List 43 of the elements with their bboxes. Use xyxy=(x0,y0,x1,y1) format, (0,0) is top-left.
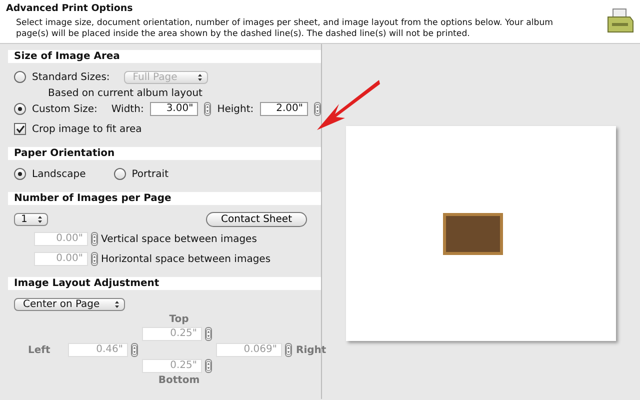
spacing-label: Vertical space between images xyxy=(101,234,257,244)
photo-placeholder xyxy=(443,212,503,254)
radio-button[interactable] xyxy=(114,168,126,180)
stepper-icon[interactable] xyxy=(204,102,212,116)
stepper-icon[interactable] xyxy=(314,102,321,116)
description-text: Select image size, document orientation, number of images per sheet, and image layout from the options below. Your album page(s) will be placed inside the area shown by the dashed line(s). The dashed line(s) will not be printed. xyxy=(16,18,554,40)
radio-button[interactable] xyxy=(14,71,26,83)
section-heading: Number of Images per Page xyxy=(8,192,321,205)
stepper-icon[interactable] xyxy=(205,359,212,373)
top-label: Top xyxy=(168,314,190,325)
left-label: Left xyxy=(28,344,52,356)
radio-label[interactable]: Portrait xyxy=(132,168,168,180)
updown-arrows-icon xyxy=(114,300,120,308)
printer-icon xyxy=(606,8,634,34)
dialog-title: Advanced Print Options xyxy=(6,3,133,14)
width-label: Width: xyxy=(111,104,144,114)
radio-label[interactable]: Standard Sizes: xyxy=(32,72,110,82)
radio-button[interactable] xyxy=(14,168,26,180)
checkbox[interactable] xyxy=(14,123,26,135)
height-field[interactable]: 2.00" xyxy=(260,102,308,116)
stepper-icon[interactable] xyxy=(285,343,292,357)
bottom-label: Bottom xyxy=(157,375,201,386)
section-heading: Image Layout Adjustment xyxy=(8,277,321,290)
section-heading: Paper Orientation xyxy=(8,147,321,160)
updown-arrows-icon xyxy=(196,72,203,82)
note-text: Based on current album layout xyxy=(48,88,202,98)
updown-arrows-icon xyxy=(37,214,43,224)
stepper-icon[interactable] xyxy=(205,327,212,341)
spacing-label: Horizontal space between images xyxy=(101,254,271,264)
stepper-icon[interactable] xyxy=(91,252,98,266)
stepper-icon[interactable] xyxy=(131,343,138,357)
section-heading: Size of Image Area xyxy=(8,50,321,63)
contact-sheet-button[interactable]: Contact Sheet xyxy=(206,212,307,226)
radio-label[interactable]: Custom Size: xyxy=(32,104,98,114)
checkbox-label[interactable]: Crop image to fit area xyxy=(32,124,142,134)
radio-label[interactable]: Landscape xyxy=(32,168,86,180)
count-dropdown[interactable]: 1 xyxy=(14,212,48,226)
layout-dropdown[interactable]: Center on Page xyxy=(14,298,125,310)
right-label: Right xyxy=(296,344,326,356)
radio-button[interactable] xyxy=(14,103,26,115)
height-label: Height: xyxy=(217,104,254,114)
width-field[interactable]: 3.00" xyxy=(150,102,198,116)
stepper-icon[interactable] xyxy=(91,232,98,246)
